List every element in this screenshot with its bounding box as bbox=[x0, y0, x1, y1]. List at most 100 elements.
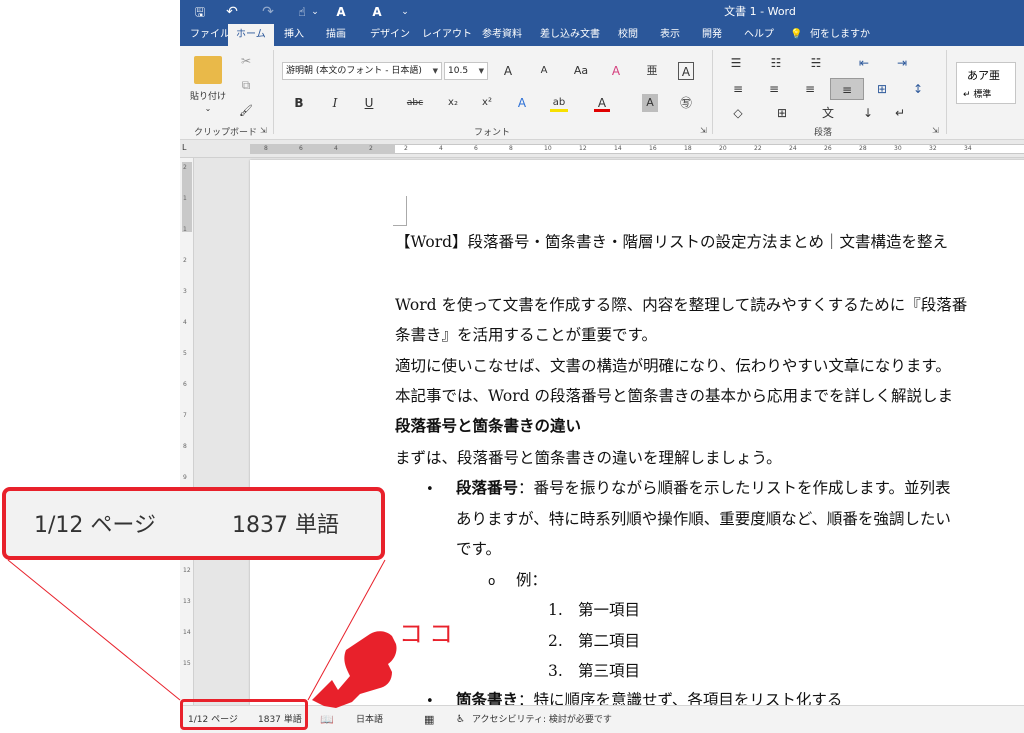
asian-layout-icon[interactable]: 文 bbox=[820, 104, 836, 122]
paragraph-launcher-icon[interactable]: ⇲ bbox=[932, 126, 939, 135]
language-status[interactable]: 日本語 bbox=[356, 706, 383, 733]
tab-home[interactable]: ホーム bbox=[228, 24, 274, 46]
character-border-icon[interactable]: A bbox=[678, 62, 694, 80]
distributed-icon[interactable]: ⊞ bbox=[874, 80, 890, 98]
shading-icon[interactable]: ◇ bbox=[730, 104, 746, 122]
borders-icon[interactable]: ⊞ bbox=[774, 104, 790, 122]
customize-qat-icon[interactable]: ⌄ bbox=[400, 3, 410, 21]
ruler-number: 14 bbox=[614, 145, 622, 152]
subscript-button[interactable]: x₂ bbox=[444, 94, 462, 112]
style-normal[interactable]: あア亜 ↵ 標準 bbox=[956, 62, 1016, 104]
numbered-item[interactable]: 第三項目 bbox=[578, 661, 640, 681]
paste-icon[interactable] bbox=[194, 56, 222, 84]
read-aloud-icon[interactable]: A bbox=[332, 3, 350, 21]
format-painter-icon[interactable]: 🖌 bbox=[238, 102, 254, 120]
accessibility-icon[interactable]: ♿ bbox=[456, 706, 465, 733]
underline-button[interactable]: U bbox=[362, 94, 376, 112]
style-name: ↵ 標準 bbox=[963, 90, 992, 100]
paragraph-line[interactable]: 条書き』を活用することが重要です。 bbox=[395, 325, 657, 345]
character-shading-icon[interactable]: A bbox=[642, 94, 658, 112]
paragraph-line[interactable]: まずは、段落番号と箇条書きの違いを理解しましょう。 bbox=[395, 448, 782, 468]
superscript-button[interactable]: x² bbox=[478, 94, 496, 112]
paragraph-line[interactable]: 本記事では、Word の段落番号と箇条書きの基本から応用までを詳しく解説しま bbox=[395, 386, 953, 406]
numbered-item[interactable]: 第二項目 bbox=[578, 631, 640, 651]
font-color-icon[interactable]: A bbox=[594, 94, 610, 112]
align-left-icon[interactable]: ≡ bbox=[730, 80, 746, 98]
vertical-ruler-number: 4 bbox=[183, 319, 187, 326]
save-icon[interactable]: 🖫 bbox=[192, 3, 208, 21]
bullets-icon[interactable]: ☰ bbox=[728, 54, 744, 72]
strikethrough-button[interactable]: abc bbox=[404, 94, 426, 112]
sub-list-item[interactable]: 例： bbox=[516, 570, 547, 590]
redo-icon[interactable]: ↷ bbox=[260, 3, 276, 21]
increase-indent-icon[interactable]: ⇥ bbox=[894, 54, 910, 72]
vertical-ruler-number: 6 bbox=[183, 381, 187, 388]
multilevel-list-icon[interactable]: ☵ bbox=[808, 54, 824, 72]
center-icon[interactable]: ≡ bbox=[766, 80, 782, 98]
read-aloud-alt-icon[interactable]: A bbox=[368, 3, 386, 21]
bold-button[interactable]: B bbox=[292, 94, 306, 112]
annotation-label: ココ bbox=[399, 620, 459, 648]
line-spacing-icon[interactable]: ↕ bbox=[910, 80, 926, 98]
font-size-dropdown[interactable]: 10.5 ▼ bbox=[444, 62, 488, 80]
paragraph-line[interactable]: 適切に使いこなせば、文書の構造が明確になり、伝わりやすい文章になります。 bbox=[395, 356, 951, 376]
grow-font-icon[interactable]: A bbox=[500, 62, 516, 80]
macro-recording-icon[interactable]: ▦ bbox=[424, 706, 434, 733]
paragraph-line[interactable]: Word を使って文書を作成する際、内容を整理して読みやすくするために『段落番 bbox=[395, 295, 967, 315]
font-name-dropdown[interactable]: 游明朝 (本文のフォント - 日本語) ▼ bbox=[282, 62, 442, 80]
touch-mode-icon[interactable]: ☝ bbox=[294, 3, 310, 21]
document-page[interactable]: 【Word】段落番号・箇条書き・階層リストの設定方法まとめ｜文書構造を整え Wo… bbox=[250, 160, 1024, 709]
tab-references[interactable]: 参考資料 bbox=[474, 24, 530, 46]
tab-help[interactable]: ヘルプ bbox=[736, 24, 782, 46]
change-case-icon[interactable]: Aa bbox=[568, 62, 594, 80]
list-item-continued[interactable]: ありますが、特に時系列順や操作順、重要度順など、順番を強調したい bbox=[456, 509, 951, 529]
clear-formatting-icon[interactable]: A bbox=[608, 62, 624, 80]
list-item[interactable]: 段落番号：番号を振りながら順番を示したリストを作成します。並列表 bbox=[456, 478, 950, 498]
tab-developer[interactable]: 開発 bbox=[694, 24, 730, 46]
copy-icon[interactable]: ⧉ bbox=[238, 76, 254, 94]
tab-mailings[interactable]: 差し込み文書 bbox=[532, 24, 608, 46]
undo-icon[interactable]: ↶ bbox=[224, 3, 240, 21]
numbered-marker: 2. bbox=[548, 632, 563, 650]
italic-button[interactable]: I bbox=[328, 94, 342, 112]
tell-me-search[interactable]: 何をしますか bbox=[802, 24, 878, 46]
document-title: 文書 1 - Word bbox=[724, 5, 796, 18]
clipboard-launcher-icon[interactable]: ⇲ bbox=[260, 126, 267, 135]
ruler-number: 12 bbox=[579, 145, 587, 152]
sort-icon[interactable]: ↓ bbox=[860, 104, 876, 122]
shrink-font-icon[interactable]: A bbox=[536, 62, 552, 80]
text-effects-icon[interactable]: A bbox=[514, 94, 530, 112]
tab-draw[interactable]: 描画 bbox=[318, 24, 354, 46]
tab-layout[interactable]: レイアウト bbox=[414, 24, 480, 46]
group-divider bbox=[946, 50, 947, 134]
tab-review[interactable]: 校閲 bbox=[610, 24, 646, 46]
tab-design[interactable]: デザイン bbox=[362, 24, 418, 46]
decrease-indent-icon[interactable]: ⇤ bbox=[856, 54, 872, 72]
numbering-icon[interactable]: ☷ bbox=[768, 54, 784, 72]
section-heading[interactable]: 段落番号と箇条書きの違い bbox=[395, 416, 581, 436]
enclose-characters-icon[interactable]: ㊢ bbox=[678, 94, 694, 112]
tab-view[interactable]: 表示 bbox=[652, 24, 688, 46]
tab-insert[interactable]: 挿入 bbox=[276, 24, 312, 46]
cut-icon[interactable]: ✂ bbox=[238, 52, 254, 70]
justify-icon[interactable]: ≡ bbox=[830, 78, 864, 100]
proofing-icon[interactable]: 📖 bbox=[320, 706, 334, 733]
accessibility-status[interactable]: アクセシビリティ: 検討が必要です bbox=[472, 706, 612, 733]
align-right-icon[interactable]: ≡ bbox=[802, 80, 818, 98]
numbered-item[interactable]: 第一項目 bbox=[578, 600, 640, 620]
font-launcher-icon[interactable]: ⇲ bbox=[700, 126, 707, 135]
vertical-ruler-number: 3 bbox=[183, 288, 187, 295]
vertical-ruler[interactable]: 21123456789101112131415 bbox=[180, 158, 194, 705]
group-divider bbox=[273, 50, 274, 134]
horizontal-ruler[interactable]: L 8 6 4 2 2 4 6 8 10 12 14 16 18 20 22 24 26 28 30 32 34 bbox=[180, 140, 1024, 158]
show-marks-icon[interactable]: ↵ bbox=[892, 104, 908, 122]
list-item-continued[interactable]: です。 bbox=[456, 539, 501, 559]
callout-connector-line bbox=[7, 559, 181, 701]
highlight-color-icon[interactable]: ab bbox=[550, 94, 568, 112]
paste-dropdown-icon[interactable]: ⌄ bbox=[200, 100, 216, 118]
document-title-line[interactable]: 【Word】段落番号・箇条書き・階層リストの設定方法まとめ｜文書構造を整え bbox=[395, 232, 948, 252]
phonetic-guide-icon[interactable]: 亜 bbox=[644, 62, 660, 80]
touch-mode-dropdown-icon[interactable]: ⌄ bbox=[310, 3, 320, 21]
ruler-number: 2 bbox=[369, 145, 373, 152]
zoom-word-count: 1837 単語 bbox=[232, 513, 339, 538]
